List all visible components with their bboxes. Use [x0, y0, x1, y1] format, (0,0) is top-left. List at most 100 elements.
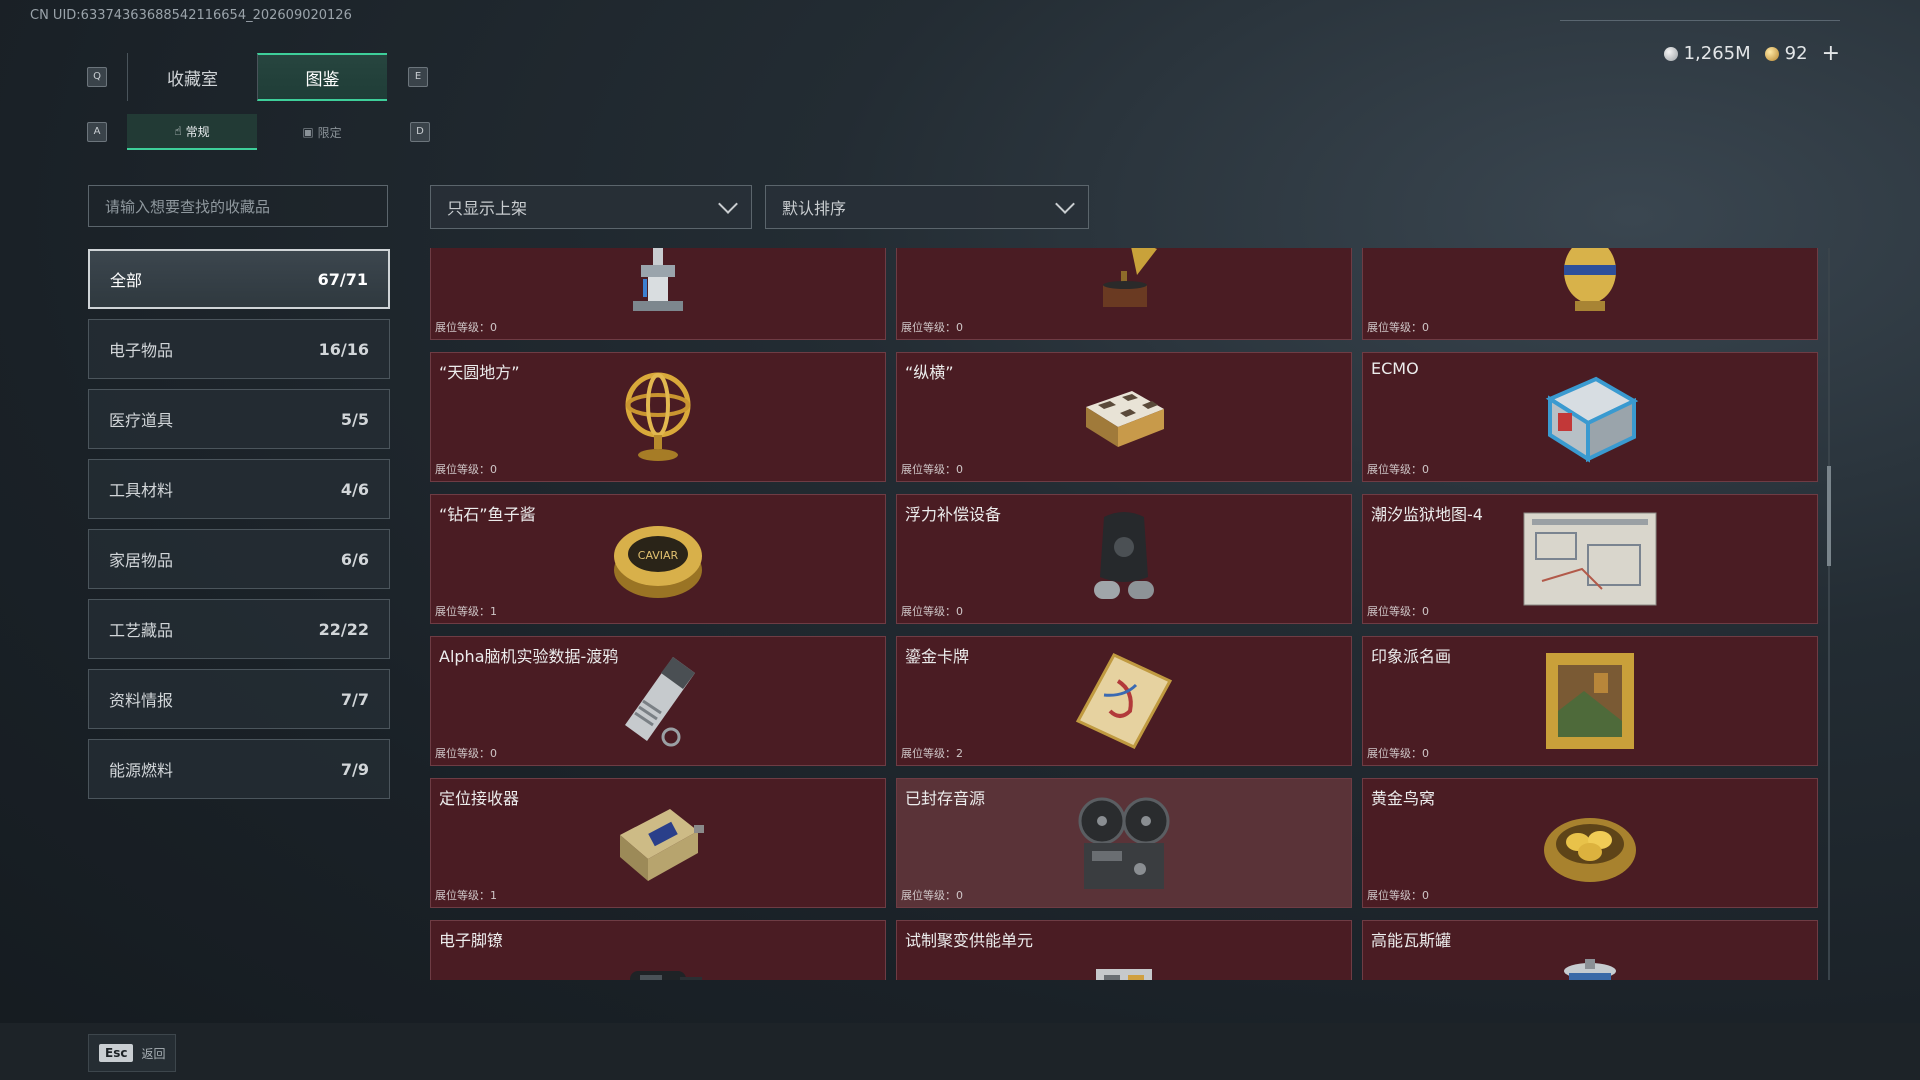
category-intel[interactable]: 资料情报 7/7: [88, 669, 390, 729]
item-card-prison-map[interactable]: 潮汐监狱地图-4 展位等级：0: [1362, 494, 1818, 624]
item-card-fusion-unit[interactable]: 试制聚变供能单元: [896, 920, 1352, 980]
item-name: 黄金鸟窝: [1371, 789, 1436, 808]
category-label: 能源燃料: [109, 761, 174, 780]
item-card-gramophone[interactable]: 展位等级：0: [896, 248, 1352, 340]
key-hint-d: D: [410, 122, 430, 142]
shelf-filter-dropdown[interactable]: 只显示上架: [430, 185, 752, 229]
item-name: 定位接收器: [439, 789, 520, 808]
item-card-alpha-data[interactable]: Alpha脑机实验数据-渡鸦 展位等级：0: [430, 636, 886, 766]
category-count: 16/16: [318, 339, 369, 359]
item-level: 展位等级：0: [435, 463, 497, 476]
category-count: 4/6: [340, 479, 369, 499]
item-card-ankle-monitor[interactable]: 电子脚镣: [430, 920, 886, 980]
category-tools[interactable]: 工具材料 4/6: [88, 459, 390, 519]
gold-coin-icon: [1764, 46, 1779, 61]
item-name: ECMO: [1371, 359, 1419, 378]
chessboard-icon: [1086, 391, 1164, 447]
item-level: 展位等级：0: [901, 321, 963, 334]
category-label: 工具材料: [109, 481, 174, 500]
category-count: 7/9: [340, 759, 369, 779]
item-card-golden-egg[interactable]: 展位等级：0: [1362, 248, 1818, 340]
currency-bar: 1,265M 92 +: [1580, 36, 1840, 70]
item-level: 展位等级：0: [901, 463, 963, 476]
item-card-caviar[interactable]: “钻石”鱼子酱 CAVIAR 展位等级：1: [430, 494, 886, 624]
item-name: “天圆地方”: [439, 363, 520, 382]
item-name: 印象派名画: [1371, 647, 1452, 666]
painting-icon: [1546, 653, 1634, 749]
item-level: 展位等级：0: [435, 747, 497, 760]
search-input[interactable]: 请输入想要查找的收藏品: [88, 185, 388, 227]
category-count: 6/6: [340, 549, 369, 569]
item-card-buoyancy[interactable]: 浮力补偿设备 展位等级：0: [896, 494, 1352, 624]
footer-bar: [0, 1023, 1920, 1080]
category-home[interactable]: 家居物品 6/6: [88, 529, 390, 589]
item-level: 展位等级：0: [1367, 889, 1429, 902]
gilded-card-icon: [1075, 653, 1173, 749]
gps-receiver-icon: [620, 809, 704, 881]
gold-amount: 92: [1784, 42, 1808, 64]
back-button[interactable]: Esc 返回: [88, 1034, 177, 1072]
item-grid: 展位等级：0 展位等级：0 展位等级：0 “天圆地方” 展位等级：0 “纵横”: [430, 248, 1830, 980]
item-name: 鎏金卡牌: [905, 647, 970, 666]
robot-arm-icon: [633, 248, 683, 311]
esc-key-hint: Esc: [99, 1044, 134, 1062]
golden-nest-icon: [1544, 818, 1636, 882]
sub-tabs: ☝ 常规 ▣ 限定: [127, 114, 387, 150]
key-hint-e: E: [408, 67, 428, 87]
image-icon: ▣: [302, 125, 314, 139]
category-energy[interactable]: 能源燃料 7/9: [88, 739, 390, 799]
caviar-tin-icon: CAVIAR: [614, 526, 702, 598]
add-currency-button[interactable]: +: [1822, 41, 1840, 66]
back-label: 返回: [141, 1046, 166, 1061]
key-hint-q: Q: [87, 67, 107, 87]
grid-scrollbar-thumb[interactable]: [1827, 466, 1831, 566]
item-card-gilded-card[interactable]: 鎏金卡牌 展位等级：2: [896, 636, 1352, 766]
category-label: 工艺藏品: [109, 621, 174, 640]
item-name: 试制聚变供能单元: [905, 931, 1034, 950]
tab-regular[interactable]: ☝ 常规: [127, 114, 257, 150]
item-name: “纵横”: [905, 363, 954, 382]
item-card-golden-nest[interactable]: 黄金鸟窝 展位等级：0: [1362, 778, 1818, 908]
item-name: 电子脚镣: [439, 931, 504, 950]
sort-value: 默认排序: [782, 199, 847, 218]
item-card-robot-arm[interactable]: 展位等级：0: [430, 248, 886, 340]
category-label: 家居物品: [109, 551, 174, 570]
category-medical[interactable]: 医疗道具 5/5: [88, 389, 390, 449]
item-card-ecmo[interactable]: ECMO 展位等级：0: [1362, 352, 1818, 482]
item-name: “钻石”鱼子酱: [439, 505, 536, 524]
category-crafts[interactable]: 工艺藏品 22/22: [88, 599, 390, 659]
tab-codex[interactable]: 图鉴: [257, 53, 387, 101]
item-name: Alpha脑机实验数据-渡鸦: [439, 647, 619, 666]
item-level: 展位等级：0: [1367, 605, 1429, 618]
silver-coin-icon: [1663, 46, 1678, 61]
buoyancy-device-icon: [1094, 512, 1154, 599]
category-count: 67/71: [317, 269, 368, 289]
gramophone-icon: [1103, 248, 1157, 307]
item-level: 展位等级：0: [901, 605, 963, 618]
tab-collection-room[interactable]: 收藏室: [127, 53, 257, 101]
data-drive-icon: [625, 657, 695, 747]
sort-dropdown[interactable]: 默认排序: [765, 185, 1089, 229]
item-card-chessboard[interactable]: “纵横” 展位等级：0: [896, 352, 1352, 482]
grid-scrollbar[interactable]: [1828, 248, 1830, 980]
fusion-unit-icon: [1096, 969, 1152, 980]
category-all[interactable]: 全部 67/71: [88, 249, 390, 309]
item-name: 潮汐监狱地图-4: [1371, 505, 1483, 524]
tab-limited[interactable]: ▣ 限定: [257, 114, 387, 150]
item-level: 展位等级：2: [901, 747, 963, 760]
ankle-monitor-icon: [630, 971, 702, 980]
item-card-gps-receiver[interactable]: 定位接收器 展位等级：1: [430, 778, 886, 908]
category-electronics[interactable]: 电子物品 16/16: [88, 319, 390, 379]
item-card-armillary[interactable]: “天圆地方” 展位等级：0: [430, 352, 886, 482]
uid-label: CN UID:63374363688542116654_202609020126: [30, 8, 352, 23]
chevron-down-icon: [1055, 194, 1075, 214]
reel-recorder-icon: [1078, 797, 1170, 889]
golden-egg-icon: [1564, 248, 1616, 311]
category-label: 电子物品: [109, 341, 174, 360]
silver-currency: 1,265M: [1663, 43, 1751, 64]
map-icon: [1523, 512, 1657, 606]
item-card-painting[interactable]: 印象派名画 展位等级：0: [1362, 636, 1818, 766]
item-card-gas-canister[interactable]: 高能瓦斯罐: [1362, 920, 1818, 980]
item-card-sealed-audio[interactable]: 已封存音源 展位等级：0: [896, 778, 1352, 908]
item-level: 展位等级：0: [1367, 747, 1429, 760]
